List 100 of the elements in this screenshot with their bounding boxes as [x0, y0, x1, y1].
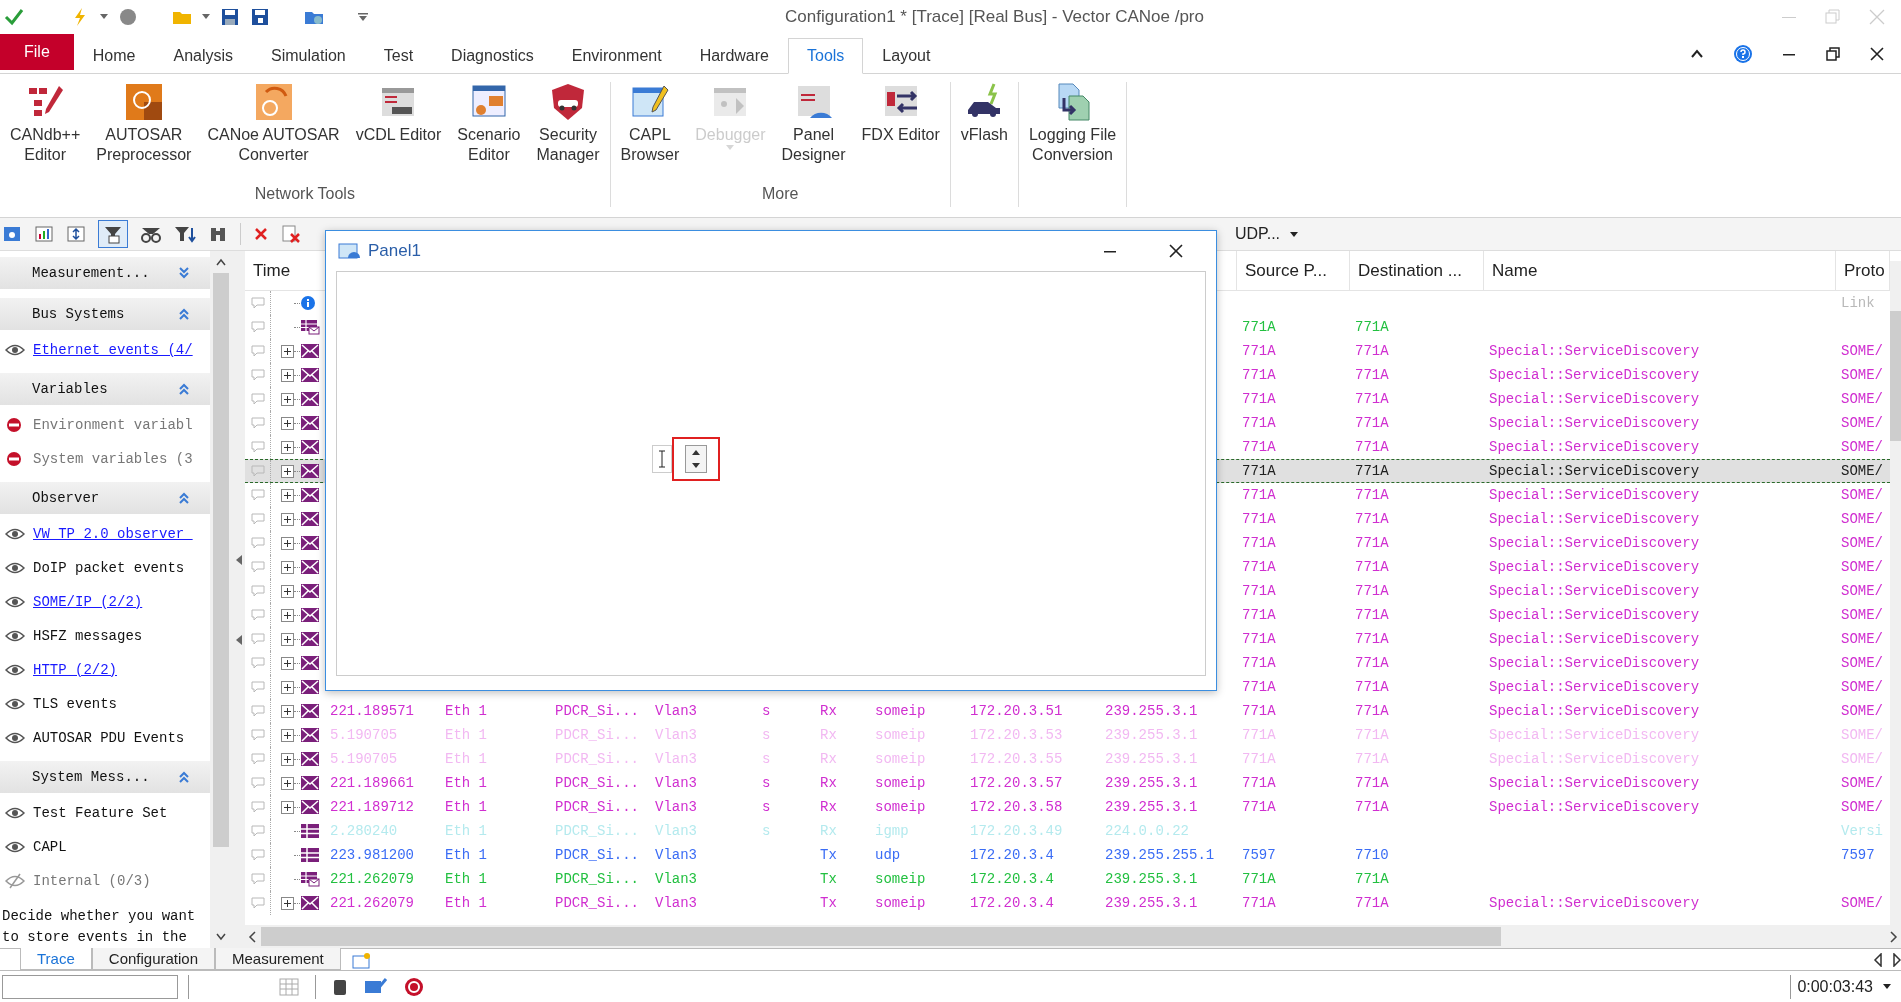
eye-off-icon[interactable] [5, 873, 25, 889]
ribbon-button[interactable]: vCDL Editor [347, 82, 450, 181]
ribbon-button[interactable]: CAPL Browser [612, 82, 688, 181]
view-tab[interactable]: Configuration [91, 948, 216, 970]
restore-icon[interactable] [1825, 46, 1841, 62]
section-header[interactable]: Bus Systems [0, 298, 210, 330]
section-header[interactable]: System Mess... [0, 761, 210, 793]
expand-icon[interactable] [281, 680, 294, 694]
tab-left-icon[interactable] [1873, 953, 1883, 967]
expand-icon[interactable] [281, 800, 294, 814]
chevron-up-icon[interactable] [178, 308, 190, 320]
eye-icon[interactable] [5, 343, 25, 357]
ribbon-button[interactable]: Scenario Editor [449, 82, 529, 181]
close-icon[interactable] [1869, 46, 1885, 62]
chevron-up-icon[interactable] [178, 492, 190, 504]
column-header[interactable]: Source P... [1245, 257, 1327, 284]
expand-icon[interactable] [281, 464, 294, 478]
filter-link[interactable]: Ethernet events (4/ [33, 339, 193, 361]
table-row[interactable]: 221.262079 Eth 1 PDCR_Si... Vlan3 Tx someip 172.20.3.4 239.255.3.1 771A 771A Special::ServiceDiscovery SOME/ [245, 891, 1890, 915]
expand-icon[interactable] [281, 608, 294, 622]
ribbon-button[interactable]: FDX Editor [853, 82, 948, 181]
scrollbar[interactable] [210, 251, 232, 948]
save-icon[interactable] [220, 6, 240, 27]
expand-icon[interactable] [281, 344, 294, 358]
autosar-icon[interactable] [123, 82, 164, 122]
ribbon-button[interactable]: CANoe AUTOSAR Converter [199, 82, 348, 181]
file-tab[interactable]: File [0, 34, 74, 70]
column-header[interactable]: Name [1492, 257, 1538, 284]
eye-icon[interactable] [5, 561, 25, 575]
filter-link[interactable]: HTTP (2/2) [33, 659, 117, 681]
expand-icon[interactable] [281, 512, 294, 526]
ribbon-button[interactable]: Security Manager [528, 82, 608, 181]
refresh-icon[interactable] [404, 976, 424, 997]
horizontal-scrollbar[interactable] [245, 925, 1901, 948]
ribbon-button[interactable]: Panel Designer [773, 82, 854, 181]
ribbon-button[interactable]: vFlash [952, 82, 1016, 181]
spin-down-icon[interactable] [692, 462, 700, 468]
chevron-down-icon[interactable] [178, 267, 190, 279]
ribbon-button[interactable]: Logging File Conversion [1020, 82, 1125, 181]
caret-icon[interactable] [1883, 984, 1891, 989]
tab-right-icon[interactable] [1893, 953, 1901, 967]
chevron-up-icon[interactable] [178, 383, 190, 395]
section-header[interactable]: Measurement... [0, 257, 210, 289]
eye-icon[interactable] [5, 629, 25, 643]
expand-icon[interactable] [281, 632, 294, 646]
table-row[interactable]: 221.189571 Eth 1 PDCR_Si... Vlan3 s Rx someip 172.20.3.51 239.255.3.1 771A 771A Special::ServiceDiscovery SOME/ [245, 699, 1890, 723]
scroll-icon[interactable] [66, 224, 86, 244]
filter-link[interactable]: SOME/IP (2/2) [33, 591, 143, 613]
expand-icon[interactable] [281, 440, 294, 454]
ribbon-tab[interactable]: Layout [863, 38, 950, 74]
column-header[interactable]: Time [253, 257, 291, 284]
ribbon-tab[interactable]: Tools [788, 38, 864, 74]
expand-icon[interactable] [281, 392, 294, 406]
ribbon-tab[interactable]: Diagnostics [432, 38, 553, 74]
section-header[interactable]: Variables [0, 373, 210, 405]
expand-icon[interactable] [281, 560, 294, 574]
ribbon-button[interactable]: AUTOSAR Preprocessor [88, 82, 200, 181]
eye-icon[interactable] [5, 840, 25, 854]
expand-icon[interactable] [281, 656, 294, 670]
section-header[interactable]: Observer [0, 482, 210, 514]
chart-icon[interactable] [34, 224, 54, 244]
table-row[interactable]: 221.189712 Eth 1 PDCR_Si... Vlan3 s Rx someip 172.20.3.58 239.255.3.1 771A 771A Special::ServiceDiscovery SOME/ [245, 795, 1890, 819]
window-icon[interactable] [2, 224, 22, 244]
filter-button[interactable] [98, 220, 128, 248]
ribbon-tab[interactable]: Test [364, 38, 433, 74]
view-tab[interactable]: Measurement [215, 948, 341, 970]
panel-icon[interactable] [338, 241, 360, 261]
spin-control[interactable] [672, 436, 720, 481]
view-tab[interactable]: Trace [20, 948, 92, 970]
expand-icon[interactable] [281, 752, 294, 766]
column-header[interactable]: Proto [1844, 257, 1885, 284]
ribbon-tab[interactable]: Home [73, 38, 155, 74]
convert-icon[interactable] [253, 82, 294, 122]
ribbon-button[interactable]: CANdb++ Editor [2, 82, 89, 181]
expand-icon[interactable] [281, 728, 294, 742]
expand-icon[interactable] [281, 416, 294, 430]
eye-icon[interactable] [5, 731, 25, 745]
save-all-icon[interactable] [250, 6, 270, 27]
clear-list-icon[interactable] [281, 224, 301, 244]
scrollbar-thumb[interactable] [213, 273, 229, 847]
spin-up-icon[interactable] [692, 449, 700, 455]
eye-icon[interactable] [5, 697, 25, 711]
eye-icon[interactable] [5, 527, 25, 541]
expand-icon[interactable] [281, 368, 294, 382]
eye-icon[interactable] [5, 806, 25, 820]
funnel-sort-icon[interactable] [174, 224, 196, 244]
expand-icon[interactable] [281, 776, 294, 790]
table-row[interactable]: 221.189661 Eth 1 PDCR_Si... Vlan3 s Rx someip 172.20.3.57 239.255.3.1 771A 771A Special::ServiceDiscovery SOME/ [245, 771, 1890, 795]
vertical-scrollbar[interactable] [1890, 261, 1901, 925]
expand-icon[interactable] [281, 584, 294, 598]
collapse-left-icon[interactable] [235, 554, 242, 565]
eye-icon[interactable] [5, 595, 25, 609]
filter-dropdown[interactable]: UDP... [1235, 222, 1299, 246]
ribbon-tab[interactable]: Simulation [252, 38, 365, 74]
check-icon[interactable] [4, 6, 24, 27]
expand-icon[interactable] [281, 536, 294, 550]
expand-icon[interactable] [281, 704, 294, 718]
eye-icon[interactable] [5, 663, 25, 677]
ribbon-tab[interactable]: Environment [552, 38, 681, 74]
expand-icon[interactable] [281, 488, 294, 502]
